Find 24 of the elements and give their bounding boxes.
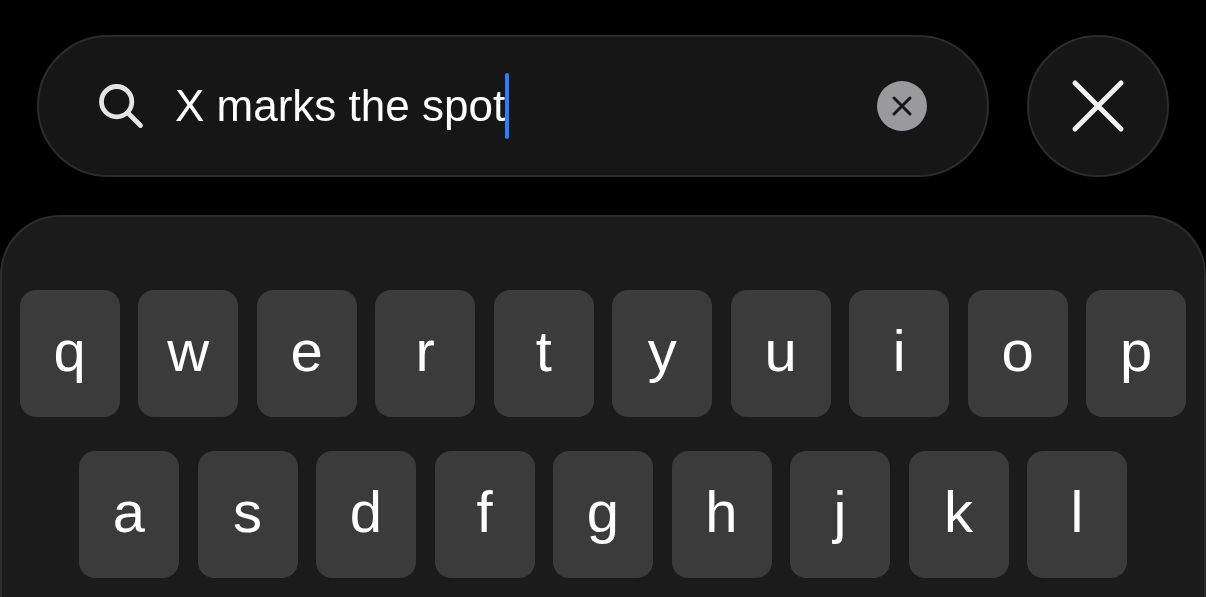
search-field[interactable]: X marks the spot bbox=[37, 35, 989, 177]
keyboard-key[interactable]: l bbox=[1027, 451, 1127, 578]
clear-button[interactable] bbox=[877, 81, 927, 131]
keyboard-key[interactable]: i bbox=[849, 290, 950, 417]
keyboard-key[interactable]: g bbox=[553, 451, 653, 578]
keyboard-key[interactable]: u bbox=[730, 290, 831, 417]
keyboard-key[interactable]: t bbox=[493, 290, 594, 417]
keyboard-key[interactable]: f bbox=[434, 451, 535, 578]
keyboard-key[interactable]: e bbox=[256, 290, 357, 417]
keyboard-key[interactable]: w bbox=[138, 290, 239, 417]
keyboard-key[interactable]: s bbox=[197, 451, 298, 578]
keyboard-key[interactable]: a bbox=[79, 451, 179, 578]
keyboard-key[interactable]: j bbox=[790, 451, 890, 578]
search-text: X marks the spot bbox=[175, 80, 506, 132]
keyboard-key[interactable]: h bbox=[671, 451, 772, 578]
keyboard-key[interactable]: p bbox=[1086, 290, 1187, 417]
keyboard-key[interactable]: y bbox=[612, 290, 713, 417]
keyboard-key[interactable]: d bbox=[316, 451, 416, 578]
keyboard-key[interactable]: k bbox=[908, 451, 1009, 578]
keyboard-key[interactable]: r bbox=[375, 290, 476, 417]
close-icon bbox=[891, 95, 913, 117]
close-icon bbox=[1071, 79, 1125, 133]
keyboard-key[interactable]: o bbox=[967, 290, 1068, 417]
keyboard-key[interactable]: q bbox=[19, 290, 120, 417]
